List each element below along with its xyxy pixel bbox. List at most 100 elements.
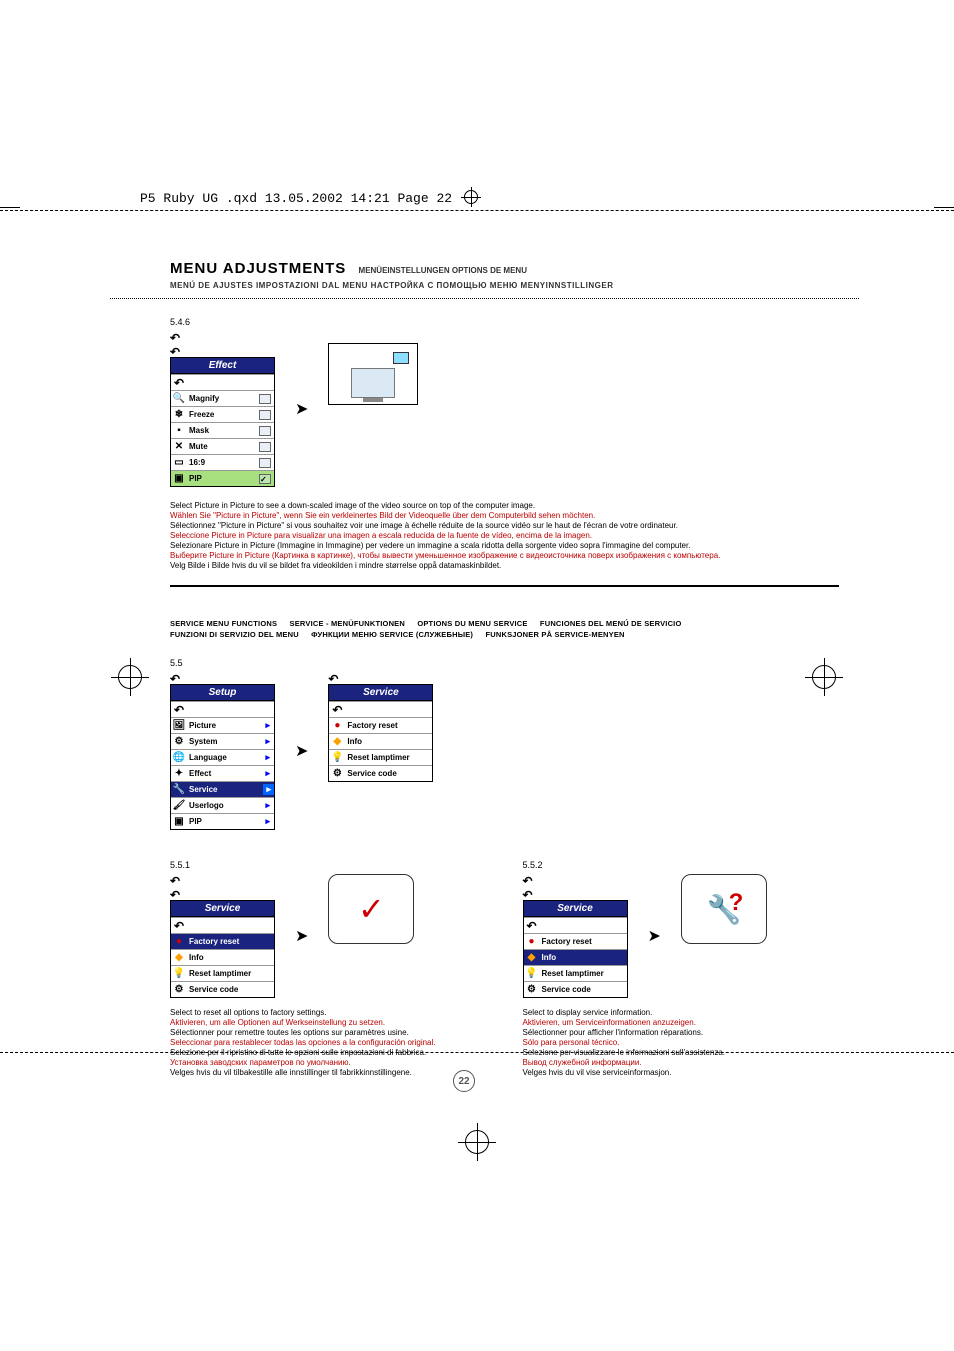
service-headings: SERVICE MENU FUNCTIONS SERVICE - MENÜFUN… (170, 619, 839, 640)
imposition-text: P5 Ruby UG .qxd 13.05.2002 14:21 Page 22 (140, 191, 452, 206)
desc-no: Velges hvis du vil vise serviceinformasj… (523, 1068, 840, 1078)
submenu-arrow-icon: ▸ (265, 800, 274, 811)
pip-illustration (328, 343, 418, 405)
back-arrow-icon: ↶↶ (170, 874, 275, 902)
desc-de: Wählen Sie "Picture in Picture", wenn Si… (170, 511, 839, 521)
desc-es: Seleccione Picture in Picture para visua… (170, 531, 839, 541)
registration-bottom (465, 1130, 489, 1154)
monitor-illustration (328, 343, 418, 405)
screen-illustration (351, 368, 395, 398)
mask-icon: ▪ (171, 425, 187, 436)
submenu-arrow-icon: ▸ (265, 720, 274, 731)
setup-menu-pane: Setup ↶ 🖼Picture▸ ⚙System▸ 🌐Language▸ ✦E… (170, 684, 275, 830)
menu-back-row: ↶ (524, 917, 627, 933)
back-arrow-icon: ↶↶ (170, 331, 275, 359)
info-description: Select to display service information. A… (523, 1008, 840, 1078)
pointer-arrow-icon: ➤ (295, 926, 308, 946)
menu-row: ▪Mask (171, 422, 274, 438)
lamp-icon: 💡 (329, 752, 345, 763)
heading-no: FUNKSJONER PÅ SERVICE-MENYEN (485, 630, 624, 639)
checkbox (259, 458, 271, 468)
section-55-row: ↶ Setup ↶ 🖼Picture▸ ⚙System▸ 🌐Language▸ … (170, 672, 839, 830)
content-area: MENU ADJUSTMENTS MENÜEINSTELLUNGEN OPTIO… (170, 260, 839, 1078)
service-menu-col: ↶ Service ↶ ●Factory reset ◆Info 💡Reset … (328, 672, 433, 782)
desc-no: Velges hvis du vil tilbakestille alle in… (170, 1068, 487, 1078)
title-translations-line2: MENÚ DE AJUSTES IMPOSTAZIONI DAL MENU НА… (170, 281, 839, 290)
document-page: P5 Ruby UG .qxd 13.05.2002 14:21 Page 22… (0, 0, 954, 1351)
pip-icon: ▣ (171, 816, 187, 827)
desc-de: Aktivieren, um Serviceinformationen anzu… (523, 1018, 840, 1028)
desc-it: Selezionare Picture in Picture (Immagine… (170, 541, 839, 551)
factory-reset-description: Select to reset all options to factory s… (170, 1008, 487, 1078)
pip-icon: ▣ (171, 473, 187, 484)
submenu-arrow-icon: ▸ (265, 768, 274, 779)
pointer-arrow-icon: ➤ (295, 399, 308, 419)
desc-fr: Sélectionner pour afficher l'information… (523, 1028, 840, 1038)
lamp-icon: 💡 (524, 968, 540, 979)
heading-it: FUNZIONI DI SERVIZIO DEL MENU (170, 630, 299, 639)
section-number: 5.5 (170, 658, 839, 668)
effect-menu-col: ↶↶ Effect ↶ 🔍Magnify ❄Freeze ▪Mask ✕Mute… (170, 331, 275, 487)
registration-icon (464, 190, 478, 204)
freeze-icon: ❄ (171, 409, 187, 420)
menu-back-row: ↶ (171, 917, 274, 933)
two-column-row: 5.5.1 ↶↶ Service ↶ ●Factory reset ◆Info … (170, 842, 839, 1078)
code-icon: ⚙ (171, 984, 187, 995)
heading-en: SERVICE MENU FUNCTIONS (170, 619, 277, 628)
section-rule (170, 585, 839, 587)
reset-icon: ● (329, 720, 345, 731)
info-icon: ◆ (171, 952, 187, 963)
desc-ru: Выберите Picture in Picture (Картинка в … (170, 551, 839, 561)
desc-en: Select to display service information. (523, 1008, 840, 1018)
menu-row-selected: ▣PIP✓ (171, 470, 274, 486)
menu-row: 🔍Magnify (171, 390, 274, 406)
menu-back-row: ↶ (171, 701, 274, 717)
widescreen-icon: ▭ (171, 457, 187, 468)
back-arrow-icon: ↶↶ (523, 874, 628, 902)
menu-back-row: ↶ (171, 374, 274, 390)
pointer-arrow-icon: ➤ (648, 926, 661, 946)
heading-ru: ФУНКЦИИ МЕНЮ SERVICE (СЛУЖЕБНЫЕ) (311, 630, 473, 639)
submenu-arrow-icon: ▸ (265, 752, 274, 763)
desc-ru: Установка заводских параметров по умолча… (170, 1058, 487, 1068)
desc-de: Aktivieren, um alle Optionen auf Werksei… (170, 1018, 487, 1028)
mute-icon: ✕ (171, 441, 187, 452)
checkbox (259, 442, 271, 452)
section-number: 5.4.6 (170, 317, 839, 327)
section-546-row: ↶↶ Effect ↶ 🔍Magnify ❄Freeze ▪Mask ✕Mute… (170, 331, 839, 487)
menu-title: Service (171, 901, 274, 917)
system-icon: ⚙ (171, 736, 187, 747)
lamp-icon: 💡 (171, 968, 187, 979)
effect-icon: ✦ (171, 768, 187, 779)
info-icon: ◆ (524, 952, 540, 963)
title-translations-line1: MENÜEINSTELLUNGEN OPTIONS DE MENU (359, 266, 527, 275)
service-menu-pane: Service ↶ ●Factory reset ◆Info 💡Reset la… (170, 900, 275, 998)
pip-window-illustration (393, 352, 409, 364)
desc-it: Selezione per il ripristino di tutte le … (170, 1048, 487, 1058)
desc-es: Seleccionar para restablecer todas las o… (170, 1038, 487, 1048)
checkbox (259, 410, 271, 420)
desc-fr: Sélectionner pour remettre toutes les op… (170, 1028, 487, 1038)
menu-title: Service (524, 901, 627, 917)
question-icon: ? (729, 889, 744, 917)
code-icon: ⚙ (329, 768, 345, 779)
submenu-arrow-icon: ▸ (265, 816, 274, 827)
menu-title: Service (329, 685, 432, 701)
info-icon: ◆ (329, 736, 345, 747)
section-number: 5.5.1 (170, 860, 487, 870)
effect-menu-pane: Effect ↶ 🔍Magnify ❄Freeze ▪Mask ✕Mute ▭1… (170, 357, 275, 487)
heading-de: SERVICE - MENÜFUNKTIONEN (290, 619, 406, 628)
code-icon: ⚙ (524, 984, 540, 995)
reset-icon: ● (171, 936, 187, 947)
reset-icon: ● (524, 936, 540, 947)
reset-illustration: ✓ (328, 874, 414, 944)
stand-illustration (363, 398, 383, 402)
submenu-arrow-icon: ▸ (265, 736, 274, 747)
heading-es: FUNCIONES DEL MENÚ DE SERVICIO (540, 619, 682, 628)
crop-mark-top (0, 210, 954, 211)
heading-fr: OPTIONS DU MENU SERVICE (417, 619, 527, 628)
page-number: 22 (453, 1070, 475, 1092)
service-icon: 🔧 (171, 784, 187, 795)
desc-fr: Sélectionnez "Picture in Picture" si vou… (170, 521, 839, 531)
title-row: MENU ADJUSTMENTS MENÜEINSTELLUNGEN OPTIO… (170, 260, 839, 277)
